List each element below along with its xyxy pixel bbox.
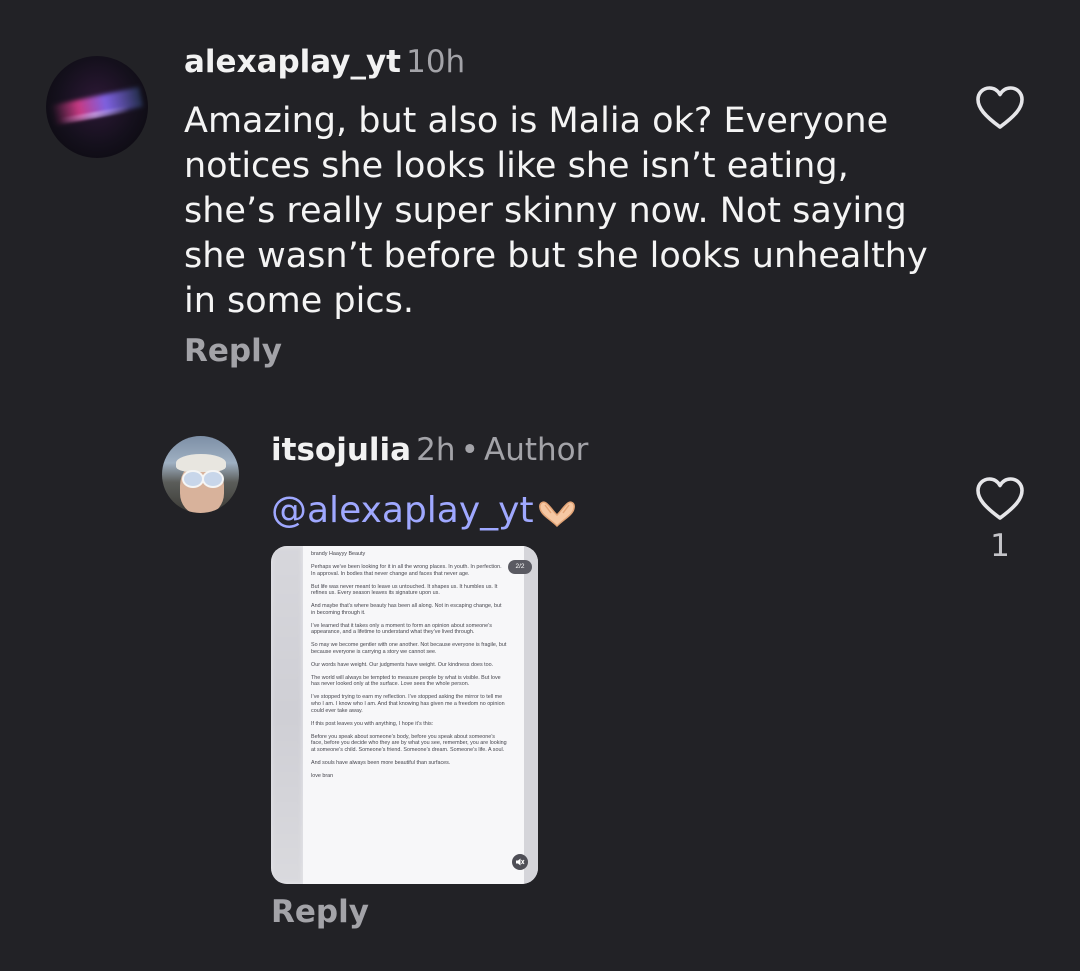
separator-dot: • (460, 432, 479, 468)
image-blur-edge (271, 546, 303, 884)
image-blur-edge (524, 546, 538, 884)
like-heart-icon[interactable] (975, 476, 1025, 522)
avatar[interactable] (162, 436, 239, 513)
comment-header: alexaplay_yt 10h (184, 44, 465, 80)
avatar[interactable] (46, 56, 148, 158)
image-text-paragraph: I’ve stopped trying to earn my reflectio… (311, 694, 505, 714)
image-text-paragraph: Perhaps we’ve been looking for it in all… (311, 563, 502, 577)
username[interactable]: alexaplay_yt (184, 44, 401, 80)
image-text-header: brandy Haayyy Beauty (311, 551, 366, 557)
like-heart-icon[interactable] (975, 85, 1025, 131)
page-counter-badge: 2/2 (508, 560, 532, 574)
image-text-paragraph: But life was never meant to leave us unt… (311, 583, 498, 597)
image-text-paragraph: If this post leaves you with anything, I… (311, 720, 434, 727)
avatar-sunglasses (202, 470, 224, 488)
mention-link[interactable]: @alexaplay_yt (271, 490, 534, 531)
comment-time: 2h (416, 432, 456, 468)
image-text-paragraph: I’ve learned that it takes only a moment… (311, 622, 492, 636)
avatar-hat (176, 454, 226, 472)
like-count[interactable]: 1 (985, 528, 1015, 564)
reply-button[interactable]: Reply (184, 333, 282, 369)
mute-icon[interactable] (512, 854, 528, 870)
username[interactable]: itsojulia (271, 432, 411, 468)
image-text-paragraph: The world will always be tempted to meas… (311, 674, 501, 688)
attached-image[interactable]: brandy Haayyy Beauty Perhaps we’ve been … (271, 546, 538, 884)
comment-text: Amazing, but also is Malia ok? Everyone … (184, 101, 928, 321)
image-text: brandy Haayyy Beauty Perhaps we’ve been … (311, 551, 507, 786)
image-text-paragraph: Before you speak about someone’s body, b… (311, 733, 507, 753)
author-badge: Author (484, 432, 589, 468)
image-text-paragraph: Our words have weight. Our judgments hav… (311, 661, 494, 668)
image-text-paragraph: And maybe that’s where beauty has been a… (311, 603, 502, 616)
image-text-paragraph: So may we become gentler with one anothe… (311, 642, 507, 655)
avatar-sunglasses (182, 470, 204, 488)
image-text-paragraph: love bran (311, 772, 334, 779)
comment-time: 10h (406, 44, 466, 80)
heart-hands-icon (536, 499, 578, 529)
image-text-paragraph: And souls have always been more beautifu… (311, 759, 451, 766)
reply-button[interactable]: Reply (271, 894, 369, 930)
comment-header: itsojulia 2h • Author (271, 432, 588, 468)
